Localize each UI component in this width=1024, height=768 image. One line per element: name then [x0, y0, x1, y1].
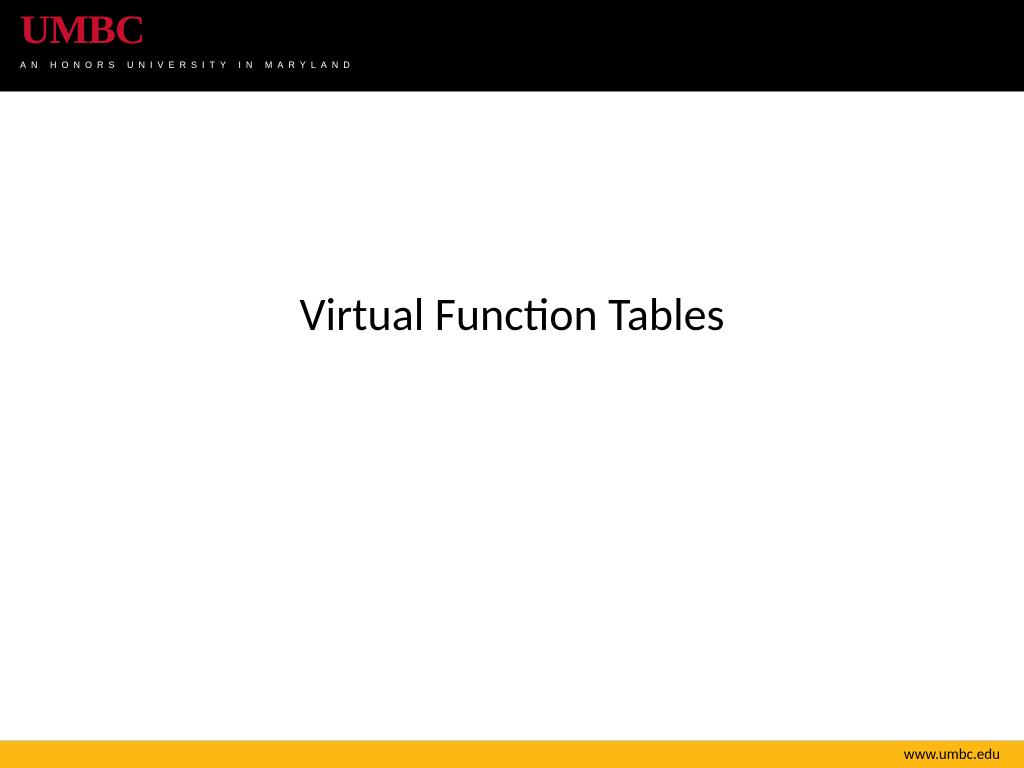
slide-content: Virtual Function Tables	[0, 92, 1024, 740]
slide-footer: www.umbc.edu	[0, 740, 1024, 768]
slide-header: UMBC AN HONORS UNIVERSITY IN MARYLAND	[0, 0, 1024, 92]
slide-title: Virtual Function Tables	[299, 287, 724, 343]
university-tagline: AN HONORS UNIVERSITY IN MARYLAND	[20, 60, 1004, 70]
umbc-logo: UMBC	[20, 10, 1024, 50]
footer-url: www.umbc.edu	[904, 746, 1000, 764]
